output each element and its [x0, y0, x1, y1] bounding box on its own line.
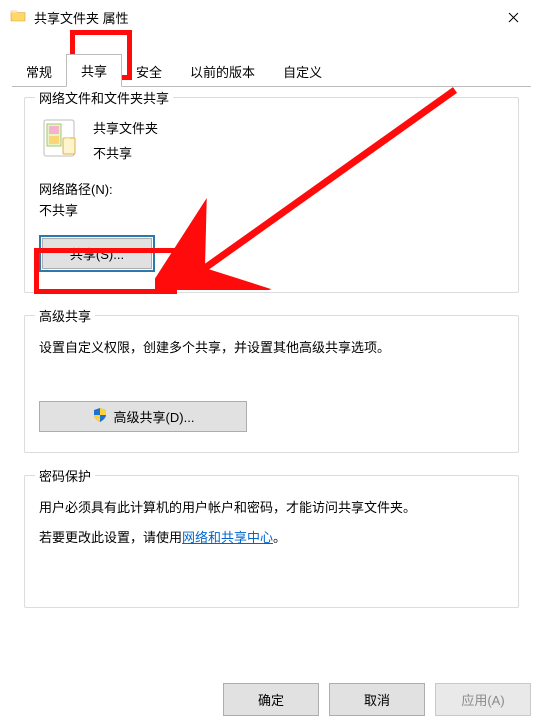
tab-previous-versions[interactable]: 以前的版本 [176, 56, 269, 87]
shared-folder-icon [41, 118, 79, 163]
network-sharing-center-link[interactable]: 网络和共享中心 [182, 530, 273, 545]
share-button[interactable]: 共享(S)... [42, 238, 152, 269]
password-desc: 用户必须具有此计算机的用户帐户和密码，才能访问共享文件夹。 [39, 496, 504, 521]
folder-icon [10, 8, 34, 27]
apply-button: 应用(A) [435, 683, 531, 716]
tab-bar: 常规 共享 安全 以前的版本 自定义 [0, 52, 543, 87]
tab-general[interactable]: 常规 [12, 56, 66, 87]
shared-folder-name: 共享文件夹 [93, 118, 158, 137]
network-path-value: 不共享 [39, 200, 504, 219]
tab-custom[interactable]: 自定义 [269, 56, 336, 87]
tab-security[interactable]: 安全 [122, 56, 176, 87]
tab-panel: 网络文件和文件夹共享 共享文件夹 不共享 网络路径(N): 不共享 共享(S). [24, 97, 519, 608]
group-password-protect: 密码保护 用户必须具有此计算机的用户帐户和密码，才能访问共享文件夹。 若要更改此… [24, 475, 519, 608]
group-legend: 高级共享 [35, 306, 95, 325]
group-advanced-sharing: 高级共享 设置自定义权限，创建多个共享，并设置其他高级共享选项。 高级共享(D)… [24, 315, 519, 453]
password-change-hint: 若要更改此设置，请使用网络和共享中心。 [39, 526, 504, 551]
group-network-sharing: 网络文件和文件夹共享 共享文件夹 不共享 网络路径(N): 不共享 共享(S). [24, 97, 519, 293]
cancel-button[interactable]: 取消 [329, 683, 425, 716]
window-title: 共享文件夹 属性 [34, 8, 493, 27]
group-legend: 密码保护 [35, 466, 95, 485]
tab-sharing[interactable]: 共享 [66, 54, 122, 87]
advanced-sharing-button-label: 高级共享(D)... [114, 407, 195, 426]
advanced-sharing-button[interactable]: 高级共享(D)... [39, 401, 247, 432]
ok-button[interactable]: 确定 [223, 683, 319, 716]
group-legend: 网络文件和文件夹共享 [35, 88, 173, 107]
titlebar: 共享文件夹 属性 [0, 0, 543, 34]
network-path-label: 网络路径(N): [39, 179, 504, 198]
shared-folder-status: 不共享 [93, 143, 158, 162]
dialog-footer: 确定 取消 应用(A) [223, 683, 531, 716]
close-button[interactable] [493, 3, 533, 31]
advanced-sharing-desc: 设置自定义权限，创建多个共享，并设置其他高级共享选项。 [39, 336, 504, 361]
shield-icon [92, 407, 108, 426]
